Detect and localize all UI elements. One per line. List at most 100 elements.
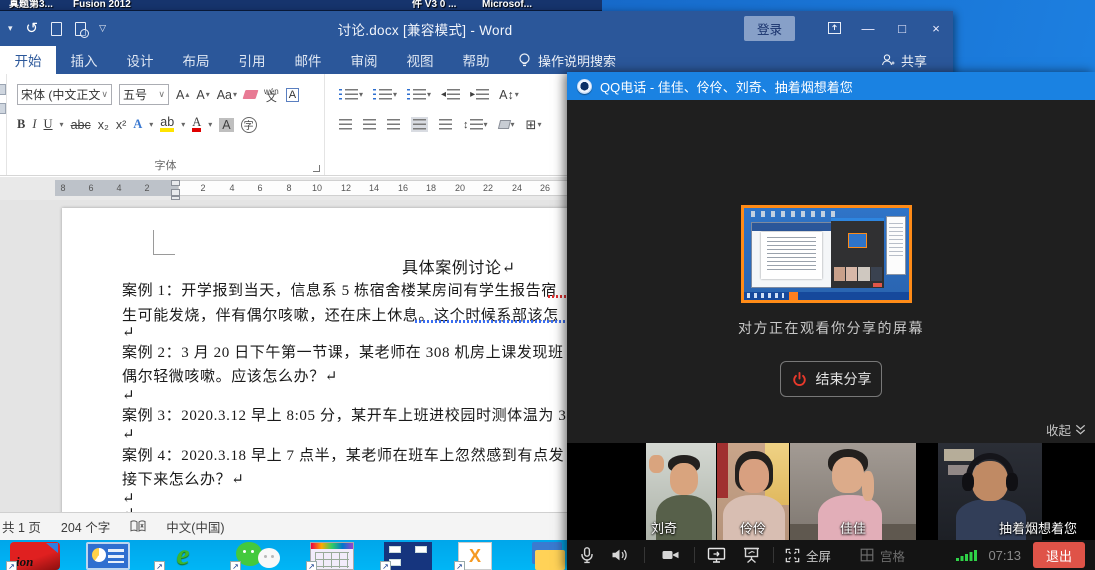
hanging-indent-marker[interactable] bbox=[171, 189, 180, 196]
tab-mailings[interactable]: 邮件 bbox=[280, 46, 336, 74]
font-size-value: 五号 bbox=[123, 86, 147, 103]
exit-call-button[interactable]: 退出 bbox=[1033, 542, 1085, 568]
background-window-title[interactable]: 真题第3... bbox=[9, 0, 53, 10]
tab-review[interactable]: 审阅 bbox=[336, 46, 392, 74]
first-line-indent-marker[interactable] bbox=[171, 180, 180, 186]
close-button[interactable]: × bbox=[919, 21, 953, 36]
doc-heading: 具体案例讨论↵ bbox=[402, 254, 516, 278]
phonetic-guide-button[interactable]: wén文 bbox=[264, 88, 279, 102]
align-center-button[interactable] bbox=[363, 119, 376, 130]
decrease-indent-button[interactable]: ◂ bbox=[441, 89, 460, 100]
font-color-button[interactable]: A bbox=[192, 117, 201, 132]
underline-button[interactable]: U bbox=[44, 117, 53, 132]
speaker-icon[interactable] bbox=[610, 546, 628, 564]
text-effects-button[interactable]: A bbox=[133, 117, 142, 132]
fullscreen-button[interactable]: 全屏 bbox=[784, 546, 831, 565]
share-screen-icon[interactable] bbox=[707, 546, 726, 564]
character-shading-button[interactable]: A bbox=[219, 118, 233, 132]
new-document-icon[interactable] bbox=[51, 22, 62, 36]
font-name-combo[interactable]: 宋体 (中文正文∨ bbox=[17, 84, 112, 105]
borders-button[interactable]: ⊞▾ bbox=[526, 117, 542, 133]
strikethrough-button[interactable]: abc bbox=[71, 118, 91, 132]
justify-button[interactable] bbox=[411, 117, 428, 132]
clipboard-group-partial[interactable] bbox=[0, 74, 7, 175]
mini-word-window bbox=[751, 222, 834, 288]
superscript-button[interactable]: x² bbox=[116, 118, 126, 132]
language-status[interactable]: 中文(中国) bbox=[166, 517, 224, 536]
tab-layout[interactable]: 布局 bbox=[168, 46, 224, 74]
desktop-icon-wechat[interactable]: ↗ bbox=[234, 542, 290, 570]
login-button[interactable]: 登录 bbox=[744, 16, 795, 41]
shading-button[interactable]: ▾ bbox=[499, 120, 515, 129]
page-count[interactable]: 共 1 页 bbox=[2, 517, 41, 536]
background-window-title[interactable]: Microsof... bbox=[482, 0, 532, 10]
grow-font-button[interactable]: A▴ bbox=[176, 88, 189, 102]
proofing-errors-icon[interactable] bbox=[130, 520, 146, 533]
video-thumbnail[interactable]: 抽着烟想着您 bbox=[917, 443, 1085, 540]
maximize-button[interactable]: □ bbox=[885, 21, 919, 36]
qq-titlebar[interactable]: QQ电话 - 佳佳、伶伶、刘奇、抽着烟想着您 bbox=[567, 72, 1095, 100]
font-dialog-launcher[interactable] bbox=[313, 165, 320, 172]
line-spacing-button[interactable]: ↕▾ bbox=[463, 119, 488, 131]
undo-icon[interactable]: ↺ bbox=[26, 21, 39, 36]
desktop-icon-fusion[interactable]: ion↗ bbox=[10, 542, 62, 570]
minimize-button[interactable]: — bbox=[851, 21, 885, 36]
desktop-icon-presentation[interactable] bbox=[86, 542, 138, 570]
qat-customize-icon[interactable]: ▽ bbox=[99, 23, 106, 34]
sort-button[interactable]: A↕▾ bbox=[499, 88, 519, 102]
align-right-button[interactable] bbox=[387, 119, 400, 130]
multilevel-list-button[interactable]: ▾ bbox=[407, 89, 431, 100]
video-thumbnail[interactable]: 伶伶 bbox=[717, 443, 789, 540]
increase-indent-button[interactable]: ▸ bbox=[470, 89, 489, 100]
ribbon-display-options-icon[interactable] bbox=[817, 20, 851, 38]
presentation-icon[interactable] bbox=[742, 546, 761, 564]
desktop[interactable]: ion↗ e↗ ↗ ↗ ↗ X↗ bbox=[0, 540, 567, 570]
tab-view[interactable]: 视图 bbox=[392, 46, 448, 74]
align-left-button[interactable] bbox=[339, 119, 352, 130]
end-share-button[interactable]: 结束分享 bbox=[780, 361, 882, 397]
tab-home[interactable]: 开始 bbox=[0, 46, 56, 74]
desktop-icon-folder[interactable] bbox=[532, 542, 566, 570]
microphone-icon[interactable] bbox=[578, 546, 596, 564]
change-case-button[interactable]: Aa▾ bbox=[217, 88, 237, 102]
share-status-text: 对方正在观看你分享的屏幕 bbox=[567, 318, 1095, 338]
bold-button[interactable]: B bbox=[17, 117, 25, 132]
video-thumbnail[interactable]: 刘奇 bbox=[646, 443, 716, 540]
clear-formatting-button[interactable] bbox=[244, 90, 257, 99]
signal-strength-icon bbox=[956, 548, 980, 562]
video-thumbnail[interactable]: 佳佳 bbox=[790, 443, 916, 540]
bullets-button[interactable]: ▾ bbox=[339, 89, 363, 100]
highlight-button[interactable]: ab bbox=[160, 117, 174, 132]
qq-body: 对方正在观看你分享的屏幕 结束分享 收起 刘奇 伶伶 bbox=[567, 100, 1095, 570]
desktop-icon-browser[interactable]: e↗ bbox=[158, 542, 214, 570]
enclose-characters-button[interactable]: 字 bbox=[241, 117, 257, 133]
font-size-combo[interactable]: 五号∨ bbox=[119, 84, 169, 105]
italic-button[interactable]: I bbox=[32, 117, 36, 132]
character-border-button[interactable]: A bbox=[286, 88, 299, 102]
desktop-icon-x-document[interactable]: X↗ bbox=[458, 542, 510, 570]
chevron-down-icon[interactable]: ▾ bbox=[8, 23, 13, 34]
tell-me-search[interactable]: 操作说明搜索 bbox=[518, 46, 616, 74]
tab-design[interactable]: 设计 bbox=[112, 46, 168, 74]
print-preview-icon[interactable] bbox=[75, 22, 86, 36]
distribute-button[interactable] bbox=[439, 119, 452, 130]
collapse-videos-button[interactable]: 收起 bbox=[1046, 420, 1087, 439]
ribbon-tab-row: 开始 插入 设计 布局 引用 邮件 审阅 视图 帮助 操作说明搜索 共享 bbox=[0, 46, 953, 74]
ruler-number: 4 bbox=[229, 183, 234, 193]
shrink-font-button[interactable]: A▾ bbox=[196, 88, 209, 102]
background-window-title[interactable]: 件 V3 0 ... bbox=[412, 0, 456, 10]
tab-references[interactable]: 引用 bbox=[224, 46, 280, 74]
numbering-button[interactable]: ▾ bbox=[373, 89, 397, 100]
share-button[interactable]: 共享 bbox=[881, 46, 927, 74]
background-window-title[interactable]: Fusion 2012 bbox=[73, 0, 131, 10]
ruler-number: 16 bbox=[398, 183, 408, 193]
tab-insert[interactable]: 插入 bbox=[56, 46, 112, 74]
grid-view-button[interactable]: 宫格 bbox=[859, 546, 905, 565]
word-count[interactable]: 204 个字 bbox=[61, 517, 110, 536]
camera-icon[interactable] bbox=[661, 546, 680, 564]
subscript-button[interactable]: x₂ bbox=[98, 118, 109, 132]
word-titlebar[interactable]: ▾ ↺ ▽ 讨论.docx [兼容模式] - Word 登录 — □ × bbox=[0, 11, 953, 46]
tab-help[interactable]: 帮助 bbox=[448, 46, 504, 74]
desktop-icon-flowchart[interactable]: ↗ bbox=[384, 542, 436, 570]
desktop-icon-notebook[interactable]: ↗ bbox=[310, 542, 362, 570]
